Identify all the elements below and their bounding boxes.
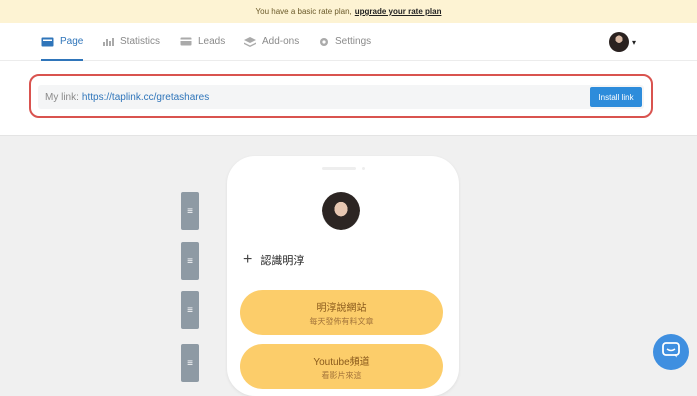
profile-menu[interactable]: ▾	[609, 32, 636, 52]
profile-title: 認識明淳	[260, 255, 305, 267]
my-link-url[interactable]: https://taplink.cc/gretashares	[82, 92, 209, 103]
tab-settings[interactable]: Settings	[319, 23, 371, 60]
plus-icon: +	[243, 251, 253, 268]
link-button-subtitle: 看影片來這	[321, 370, 362, 380]
gear-icon	[319, 37, 329, 47]
profile-title-block[interactable]: + 認識明淳	[243, 252, 304, 268]
bar-chart-icon	[103, 37, 114, 46]
upgrade-plan-link[interactable]: upgrade your rate plan	[355, 7, 442, 16]
top-nav: Page Statistics Leads Add-ons Settings	[0, 23, 697, 61]
drag-handle-icon[interactable]: ≡	[181, 291, 199, 329]
link-button-subtitle: 每天發佈有料文章	[309, 316, 374, 326]
avatar	[609, 32, 629, 52]
tab-label: Leads	[198, 36, 226, 47]
chat-icon	[662, 341, 680, 363]
drag-handle-icon[interactable]: ≡	[181, 242, 199, 280]
tab-label: Settings	[335, 36, 372, 47]
chevron-down-icon: ▾	[632, 37, 637, 47]
profile-avatar[interactable]	[322, 192, 360, 230]
my-link-label: My link:	[45, 91, 79, 103]
card-icon	[180, 37, 192, 46]
tab-page[interactable]: Page	[41, 23, 84, 61]
chat-button[interactable]	[653, 334, 689, 370]
link-button-title: Youtube頻道	[313, 356, 370, 368]
rate-plan-banner: You have a basic rate plan, upgrade your…	[0, 0, 697, 23]
phone-camera	[362, 167, 365, 170]
tab-label: Statistics	[120, 36, 161, 47]
tab-statistics[interactable]: Statistics	[103, 23, 160, 60]
phone-speaker	[322, 167, 356, 170]
tab-add-ons[interactable]: Add-ons	[244, 23, 299, 60]
install-link-button[interactable]: Install link	[590, 87, 642, 107]
link-button-youtube[interactable]: Youtube頻道 看影片來這	[240, 344, 443, 389]
tab-leads[interactable]: Leads	[180, 23, 225, 60]
banner-text: You have a basic rate plan,	[255, 7, 352, 16]
tab-label: Page	[60, 36, 84, 47]
tab-label: Add-ons	[262, 36, 300, 47]
my-link-field: My link: https://taplink.cc/gretashares	[38, 85, 644, 109]
drag-handle-icon[interactable]: ≡	[181, 192, 199, 230]
link-button-website[interactable]: 明淳說網站 每天發佈有料文章	[240, 290, 443, 335]
layers-icon	[244, 36, 256, 47]
link-button-title: 明淳說網站	[316, 302, 367, 314]
page-icon	[41, 37, 54, 47]
drag-handle-icon[interactable]: ≡	[181, 344, 199, 382]
